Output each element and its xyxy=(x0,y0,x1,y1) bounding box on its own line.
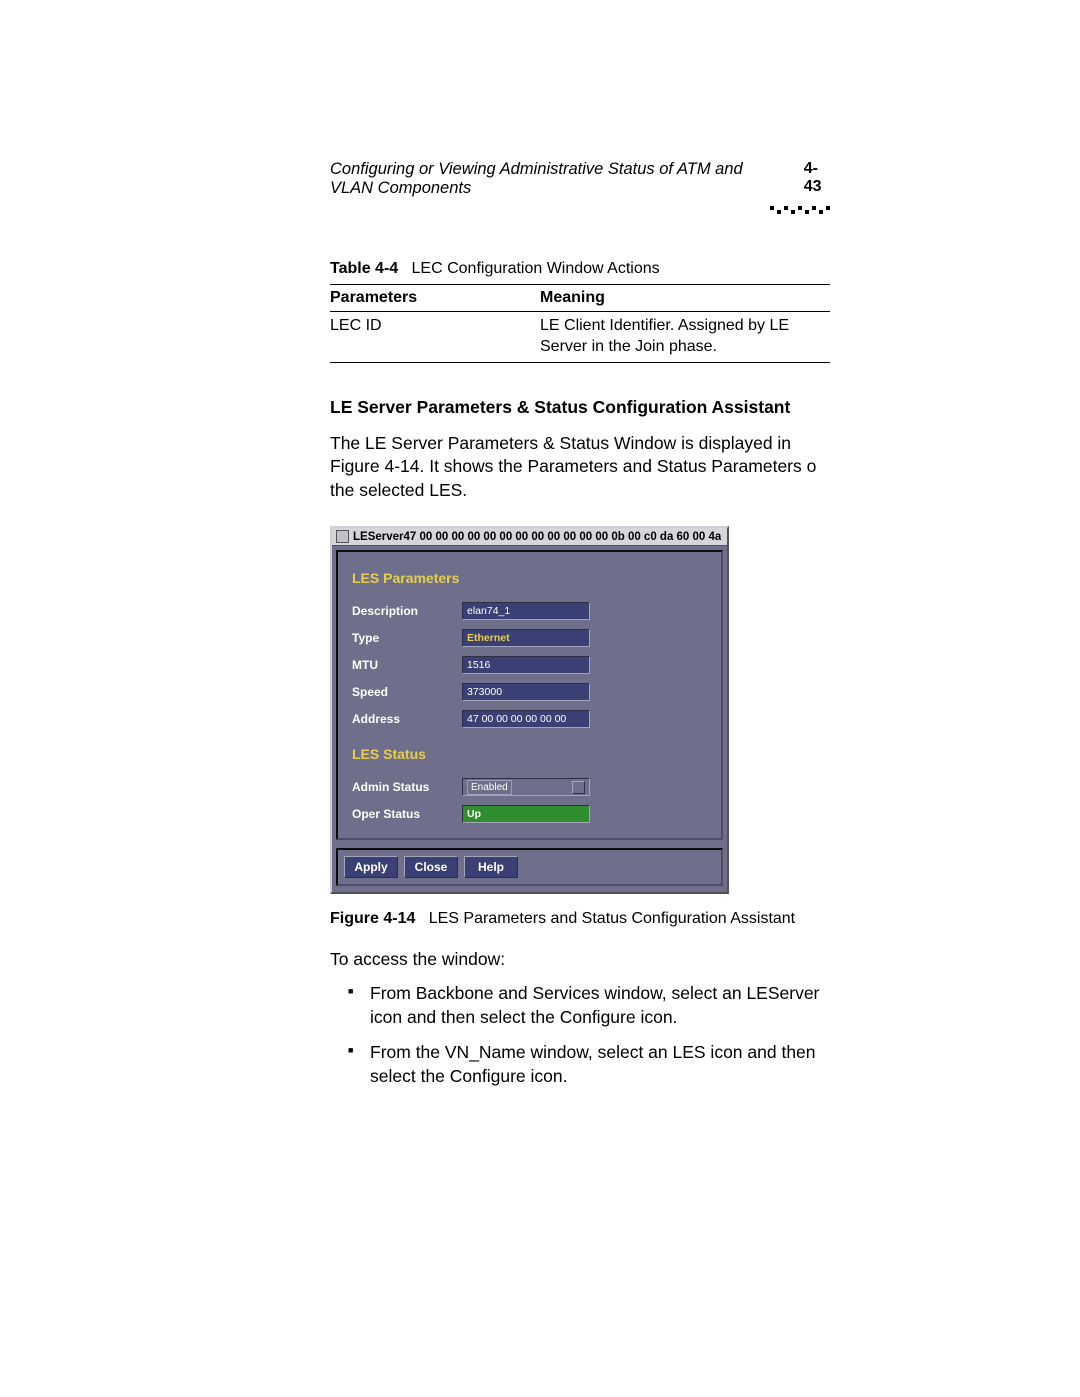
field-address[interactable]: 47 00 00 00 00 00 00 xyxy=(462,710,590,728)
system-menu-icon[interactable] xyxy=(336,530,349,543)
document-page: Configuring or Viewing Administrative St… xyxy=(0,0,1080,1301)
les-status-heading: LES Status xyxy=(352,746,707,762)
cell-meaning: LE Client Identifier. Assigned by LE Ser… xyxy=(540,312,830,363)
row-speed: Speed 373000 xyxy=(352,683,707,701)
row-admin-status: Admin Status Enabled xyxy=(352,778,707,796)
les-parameters-heading: LES Parameters xyxy=(352,570,707,586)
table-header-meaning: Meaning xyxy=(540,285,830,312)
access-steps-list: From Backbone and Services window, selec… xyxy=(348,982,830,1089)
dropdown-knob-icon[interactable] xyxy=(572,781,585,794)
label-description: Description xyxy=(352,604,462,618)
apply-button[interactable]: Apply xyxy=(344,856,398,878)
label-address: Address xyxy=(352,712,462,726)
les-window: LEServer47 00 00 00 00 00 00 00 00 00 00… xyxy=(330,526,729,894)
row-mtu: MTU 1516 xyxy=(352,656,707,674)
figure-caption-text: LES Parameters and Status Configuration … xyxy=(429,910,795,927)
window-buttonbar: Apply Close Help xyxy=(336,848,723,886)
window-title: LEServer47 00 00 00 00 00 00 00 00 00 00… xyxy=(353,531,721,543)
figure-caption: Figure 4-14 LES Parameters and Status Co… xyxy=(330,910,830,928)
row-type: Type Ethernet xyxy=(352,629,707,647)
label-admin-status: Admin Status xyxy=(352,780,462,794)
field-oper-status: Up xyxy=(462,805,590,823)
field-speed[interactable]: 373000 xyxy=(462,683,590,701)
row-oper-status: Oper Status Up xyxy=(352,805,707,823)
window-body: LES Parameters Description elan74_1 Type… xyxy=(336,550,723,840)
running-head-title: Configuring or Viewing Administrative St… xyxy=(330,160,788,198)
list-item: From Backbone and Services window, selec… xyxy=(348,982,830,1029)
label-oper-status: Oper Status xyxy=(352,807,462,821)
section-heading: LE Server Parameters & Status Configurat… xyxy=(330,397,830,418)
access-intro: To access the window: xyxy=(330,948,830,972)
lec-config-table: Parameters Meaning LEC ID LE Client Iden… xyxy=(330,284,830,363)
help-button[interactable]: Help xyxy=(464,856,518,878)
ornamental-dots xyxy=(330,206,830,210)
window-titlebar[interactable]: LEServer47 00 00 00 00 00 00 00 00 00 00… xyxy=(332,528,727,546)
label-type: Type xyxy=(352,631,462,645)
field-description[interactable]: elan74_1 xyxy=(462,602,590,620)
admin-status-value: Enabled xyxy=(467,780,512,795)
page-number: 4-43 xyxy=(804,160,830,196)
table-caption-text: LEC Configuration Window Actions xyxy=(412,260,660,277)
label-mtu: MTU xyxy=(352,658,462,672)
row-description: Description elan74_1 xyxy=(352,602,707,620)
field-mtu[interactable]: 1516 xyxy=(462,656,590,674)
table-row: LEC ID LE Client Identifier. Assigned by… xyxy=(330,312,830,363)
table-caption: Table 4-4 LEC Configuration Window Actio… xyxy=(330,260,830,278)
list-item: From the VN_Name window, select an LES i… xyxy=(348,1041,830,1088)
row-address: Address 47 00 00 00 00 00 00 xyxy=(352,710,707,728)
figure-caption-label: Figure 4-14 xyxy=(330,910,415,927)
cell-param: LEC ID xyxy=(330,312,540,363)
table-caption-label: Table 4-4 xyxy=(330,260,398,277)
page-header: Configuring or Viewing Administrative St… xyxy=(330,160,830,198)
table-header-param: Parameters xyxy=(330,285,540,312)
field-admin-status[interactable]: Enabled xyxy=(462,778,590,796)
field-type[interactable]: Ethernet xyxy=(462,629,590,647)
label-speed: Speed xyxy=(352,685,462,699)
close-button[interactable]: Close xyxy=(404,856,458,878)
intro-paragraph: The LE Server Parameters & Status Window… xyxy=(330,432,830,503)
